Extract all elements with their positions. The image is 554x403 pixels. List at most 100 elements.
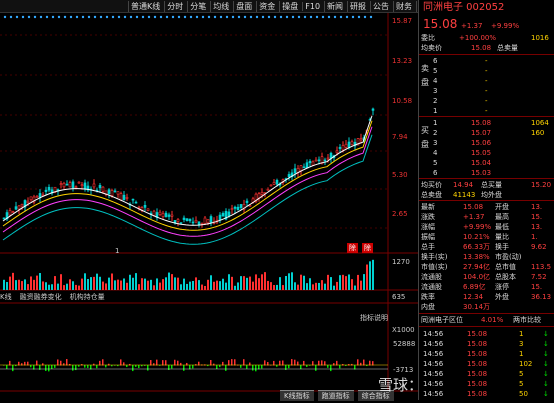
buy-total-label: 总买量 <box>481 181 502 189</box>
tick-volume: 1 <box>519 330 524 338</box>
ask-row: 2- <box>419 96 554 106</box>
candle-body <box>233 206 237 209</box>
bid-level: 2 <box>433 129 438 137</box>
volume-bar <box>141 278 143 290</box>
candle-body <box>107 189 111 195</box>
indicator-bar <box>45 365 47 371</box>
volume-bar <box>12 272 14 290</box>
candle-body <box>326 157 330 160</box>
candle-body <box>272 182 276 185</box>
indicator-bar <box>252 365 254 371</box>
tick-price: 15.08 <box>467 380 488 388</box>
candle-body <box>134 201 138 204</box>
bid-price: 15.06 <box>471 139 492 147</box>
candle-body <box>146 208 150 211</box>
candle-body <box>350 141 354 146</box>
toolbar-item[interactable]: 公告 <box>370 0 391 12</box>
weibi-label: 委比 <box>421 34 435 42</box>
indicator-bar <box>84 365 86 368</box>
event-marker-dot <box>183 15 187 19</box>
weicha-value: 1016 <box>531 34 549 42</box>
volume-bar <box>303 275 305 290</box>
event-marker-dot <box>33 15 37 19</box>
volume-bar <box>51 284 53 290</box>
indicator-bar <box>174 359 176 366</box>
indicator-bar <box>51 365 53 370</box>
volume-bar <box>240 276 242 290</box>
indicator-bar <box>162 360 164 366</box>
bid-row: 6 15.03 <box>419 168 554 178</box>
volume-bar <box>66 283 68 290</box>
tick-arrow-icon: ↓ <box>543 350 549 358</box>
bid-row: 5 15.04 <box>419 158 554 168</box>
volume-bar <box>294 282 296 290</box>
volume-bar <box>150 279 152 290</box>
volume-bar <box>108 277 110 290</box>
indicator-tab[interactable]: 机构持仓量 <box>70 292 105 302</box>
candle-body <box>209 216 213 223</box>
volume-bar <box>99 276 101 290</box>
indicator-axis-label: -3713 <box>393 366 414 374</box>
volume-bar <box>225 282 227 290</box>
candle-body <box>344 143 348 148</box>
toolbar-item[interactable]: 均线 <box>210 0 231 12</box>
toolbar-item[interactable]: 资金 <box>256 0 277 12</box>
indicator-bar <box>168 365 170 370</box>
event-marker-dot <box>3 15 7 19</box>
toolbar-item[interactable]: 分时 <box>164 0 185 12</box>
event-marker-dot <box>15 15 19 19</box>
stat-label: 总手 <box>421 243 435 251</box>
event-marker-dot <box>195 15 199 19</box>
event-marker-dot <box>117 15 121 19</box>
volume-bar <box>276 284 278 290</box>
toolbar-item[interactable]: 普通K线 <box>128 0 162 12</box>
tick-time: 14:56 <box>423 330 444 338</box>
event-marker-dot <box>39 15 43 19</box>
volume-bar <box>360 280 362 290</box>
indicator-bar <box>300 365 302 370</box>
volume-bar <box>279 277 281 290</box>
volume-bar <box>114 280 116 290</box>
toolbar-item[interactable]: 财务 <box>393 0 414 12</box>
stat-value: 13. <box>531 223 543 231</box>
chart-area[interactable] <box>0 13 418 400</box>
indicator-bar <box>132 365 134 372</box>
event-marker-dot <box>189 15 193 19</box>
stat-label: 市值(实) <box>421 263 448 271</box>
candle-body <box>65 183 69 186</box>
bid-row: 3 15.06 <box>419 138 554 148</box>
stat-value: 104.0亿 <box>463 273 491 281</box>
tick-time: 14:56 <box>423 370 444 378</box>
volume-bar <box>129 274 131 290</box>
volume-bar <box>189 281 191 290</box>
kline-chart-canvas[interactable] <box>0 13 418 400</box>
stat-row: 跌率 12.34 外盘 36.13 <box>419 292 554 302</box>
volume-bar <box>255 274 257 290</box>
stat-label: 最高 <box>495 213 509 221</box>
volume-bar <box>123 278 125 290</box>
toolbar-item[interactable]: F10 <box>302 1 322 11</box>
candle-body <box>191 221 195 224</box>
toolbar-item[interactable]: 新闻 <box>324 0 345 12</box>
stat-label: 换手(实) <box>421 253 448 261</box>
toolbar-item[interactable]: 分笔 <box>187 0 208 12</box>
candle-body <box>341 145 345 151</box>
sell-total-label: 总卖量 <box>497 44 518 52</box>
bottom-tab[interactable]: K线指标 <box>280 390 314 401</box>
event-marker-dot <box>123 15 127 19</box>
volume-bar <box>267 280 269 290</box>
event-marker-dot <box>177 15 181 19</box>
indicator-bar <box>54 365 56 368</box>
toolbar-item[interactable]: 盘面 <box>233 0 254 12</box>
candle-body <box>185 218 189 222</box>
volume-bar <box>81 278 83 290</box>
toolbar-item[interactable]: 操盘 <box>279 0 300 12</box>
bottom-tab[interactable]: 跑道指标 <box>317 390 354 401</box>
volume-bar <box>111 273 113 290</box>
indicator-tab[interactable]: K线 <box>0 292 12 302</box>
stat-value: +9.99% <box>463 223 492 231</box>
indicator-tab[interactable]: 融资融券变化 <box>20 292 62 302</box>
toolbar-item[interactable]: 研报 <box>347 0 368 12</box>
volume-bar <box>348 274 350 290</box>
candle-body <box>275 179 279 185</box>
